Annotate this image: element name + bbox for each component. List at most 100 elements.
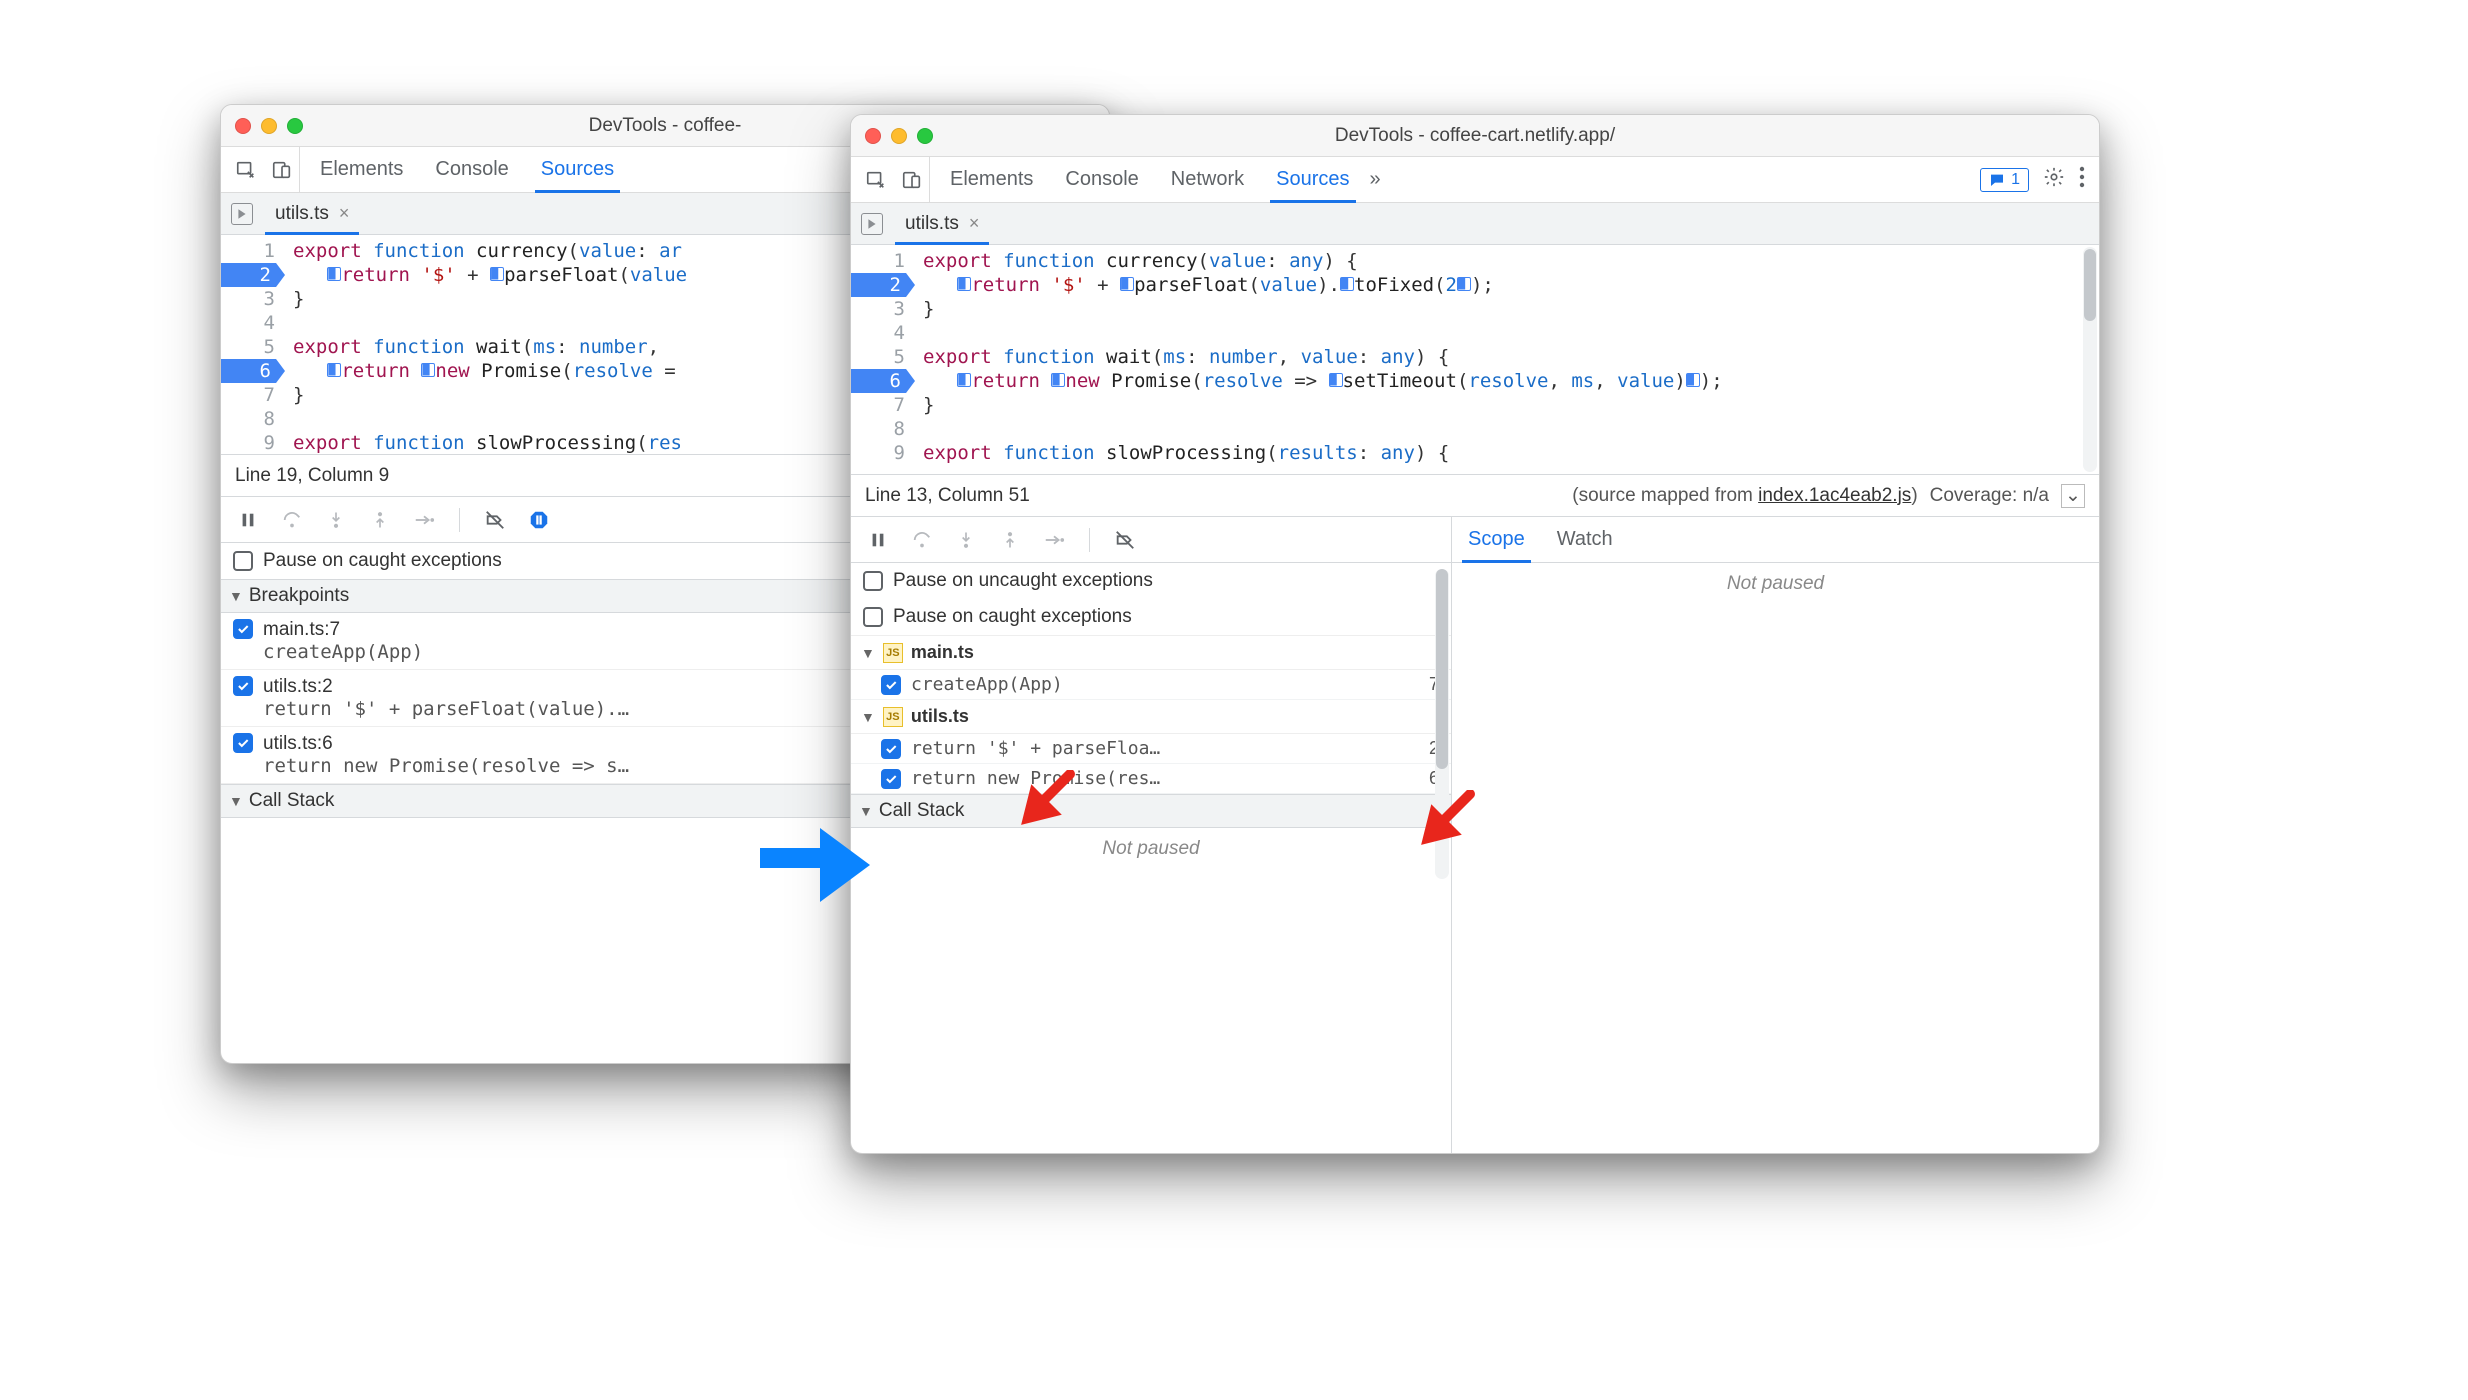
column-marker-icon[interactable] <box>327 363 341 377</box>
step-icon[interactable] <box>1041 527 1067 553</box>
step-over-icon[interactable] <box>909 527 935 553</box>
deactivate-breakpoints-icon[interactable] <box>1112 527 1138 553</box>
line-number[interactable]: 9 <box>221 431 285 455</box>
column-marker-icon[interactable] <box>957 373 971 387</box>
issues-badge[interactable]: 1 <box>1980 168 2029 192</box>
code-line[interactable]: 6 return new Promise(resolve => setTimeo… <box>851 369 2081 393</box>
line-number[interactable]: 2 <box>851 273 915 297</box>
column-marker-icon[interactable] <box>421 363 435 377</box>
nav-pane-toggle-icon[interactable] <box>861 213 883 235</box>
breakpoint-item[interactable]: return '$' + parseFloat(va…2 <box>851 734 1451 764</box>
step-into-icon[interactable] <box>323 507 349 533</box>
pause-icon[interactable] <box>865 527 891 553</box>
pause-on-exceptions-icon[interactable] <box>526 507 552 533</box>
line-number[interactable]: 1 <box>851 249 915 273</box>
pause-icon[interactable] <box>235 507 261 533</box>
line-number[interactable]: 4 <box>221 311 285 335</box>
tab-watch[interactable]: Watch <box>1555 517 1615 562</box>
close-icon[interactable]: × <box>339 203 350 224</box>
step-out-icon[interactable] <box>997 527 1023 553</box>
column-marker-icon[interactable] <box>327 267 341 281</box>
scrollbar[interactable] <box>2083 247 2097 472</box>
line-number[interactable]: 8 <box>851 417 915 441</box>
line-number[interactable]: 6 <box>221 359 285 383</box>
column-marker-icon[interactable] <box>1051 373 1065 387</box>
breakpoint-item[interactable]: return new Promise(resolve…6 <box>851 764 1451 794</box>
code-line[interactable]: 5export function wait(ms: number, value:… <box>851 345 2081 369</box>
close-icon[interactable] <box>865 128 881 144</box>
source-map-link[interactable]: index.1ac4eab2.js <box>1758 485 1911 506</box>
minimize-icon[interactable] <box>891 128 907 144</box>
tab-scope[interactable]: Scope <box>1466 517 1527 562</box>
checkbox-icon[interactable] <box>233 551 253 571</box>
nav-pane-toggle-icon[interactable] <box>231 203 253 225</box>
line-number[interactable]: 8 <box>221 407 285 431</box>
code-line[interactable]: 7} <box>851 393 2081 417</box>
checkbox-icon[interactable] <box>881 675 901 695</box>
column-marker-icon[interactable] <box>1340 277 1354 291</box>
checkbox-icon[interactable] <box>233 676 253 696</box>
column-marker-icon[interactable] <box>1686 373 1700 387</box>
file-tab[interactable]: utils.ts × <box>265 193 359 234</box>
tab-elements[interactable]: Elements <box>948 157 1035 202</box>
chevron-down-icon[interactable]: ⌄ <box>2061 484 2085 508</box>
checkbox-icon[interactable] <box>233 733 253 753</box>
line-number[interactable]: 4 <box>851 321 915 345</box>
step-into-icon[interactable] <box>953 527 979 553</box>
line-number[interactable]: 7 <box>851 393 915 417</box>
tab-sources[interactable]: Sources <box>539 147 616 192</box>
line-number[interactable]: 6 <box>851 369 915 393</box>
breakpoint-item[interactable]: createApp(App)7 <box>851 670 1451 700</box>
step-icon[interactable] <box>411 507 437 533</box>
pause-caught-checkbox[interactable]: Pause on caught exceptions <box>851 599 1451 635</box>
column-marker-icon[interactable] <box>957 277 971 291</box>
line-number[interactable]: 3 <box>221 287 285 311</box>
code-editor[interactable]: 1export function currency(value: any) {2… <box>851 245 2099 475</box>
device-toggle-icon[interactable] <box>901 169 923 191</box>
tab-network[interactable]: Network <box>1169 157 1246 202</box>
code-line[interactable]: 8 <box>851 417 2081 441</box>
line-number[interactable]: 9 <box>851 441 915 465</box>
breakpoint-file-group[interactable]: ▼JSmain.ts <box>851 636 1451 670</box>
callstack-section[interactable]: ▼ Call Stack <box>851 794 1451 828</box>
close-icon[interactable] <box>235 118 251 134</box>
line-number[interactable]: 1 <box>221 239 285 263</box>
line-number[interactable]: 5 <box>851 345 915 369</box>
deactivate-breakpoints-icon[interactable] <box>482 507 508 533</box>
gear-icon[interactable] <box>2043 166 2065 194</box>
step-over-icon[interactable] <box>279 507 305 533</box>
pause-uncaught-checkbox[interactable]: Pause on uncaught exceptions <box>851 563 1451 599</box>
more-tabs-icon[interactable]: » <box>1370 168 1381 191</box>
checkbox-icon[interactable] <box>233 619 253 639</box>
tab-elements[interactable]: Elements <box>318 147 405 192</box>
code-line[interactable]: 2 return '$' + parseFloat(value).toFixed… <box>851 273 2081 297</box>
code-line[interactable]: 9export function slowProcessing(results:… <box>851 441 2081 465</box>
code-line[interactable]: 4 <box>851 321 2081 345</box>
file-tab[interactable]: utils.ts × <box>895 203 989 244</box>
tab-console[interactable]: Console <box>1063 157 1140 202</box>
maximize-icon[interactable] <box>917 128 933 144</box>
close-icon[interactable]: × <box>969 213 980 234</box>
maximize-icon[interactable] <box>287 118 303 134</box>
checkbox-icon[interactable] <box>881 769 901 789</box>
kebab-icon[interactable] <box>2079 166 2085 194</box>
inspect-icon[interactable] <box>865 169 887 191</box>
step-out-icon[interactable] <box>367 507 393 533</box>
code-line[interactable]: 1export function currency(value: any) { <box>851 249 2081 273</box>
device-toggle-icon[interactable] <box>271 159 293 181</box>
column-marker-icon[interactable] <box>490 267 504 281</box>
column-marker-icon[interactable] <box>1329 373 1343 387</box>
checkbox-icon[interactable] <box>863 571 883 591</box>
line-number[interactable]: 7 <box>221 383 285 407</box>
line-number[interactable]: 2 <box>221 263 285 287</box>
tab-sources[interactable]: Sources <box>1274 157 1351 202</box>
breakpoint-file-group[interactable]: ▼JSutils.ts <box>851 700 1451 734</box>
line-number[interactable]: 5 <box>221 335 285 359</box>
line-number[interactable]: 3 <box>851 297 915 321</box>
column-marker-icon[interactable] <box>1120 277 1134 291</box>
inspect-icon[interactable] <box>235 159 257 181</box>
checkbox-icon[interactable] <box>863 607 883 627</box>
column-marker-icon[interactable] <box>1457 277 1471 291</box>
tab-console[interactable]: Console <box>433 147 510 192</box>
minimize-icon[interactable] <box>261 118 277 134</box>
